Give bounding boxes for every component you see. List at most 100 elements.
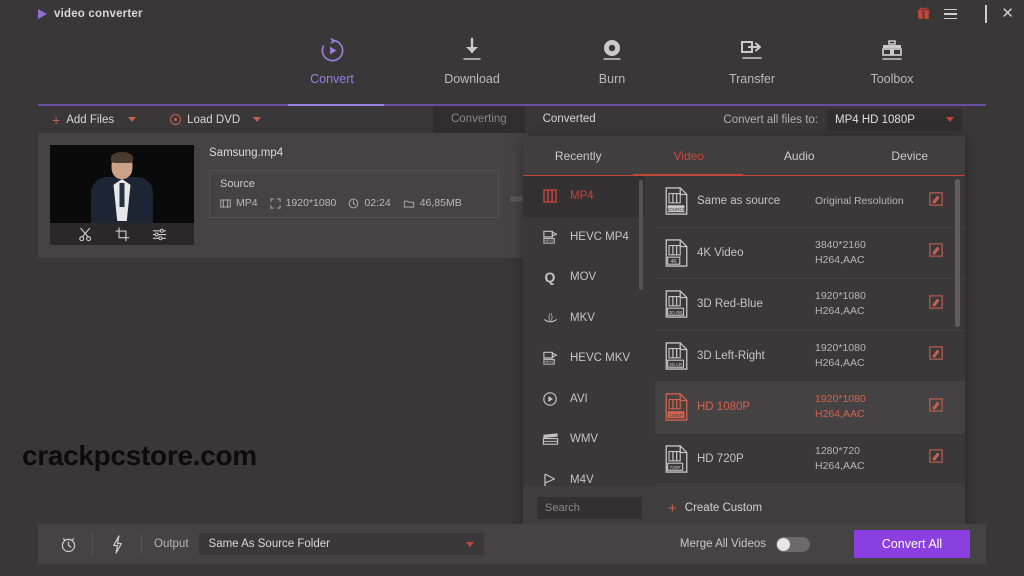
add-files-label: Add Files <box>66 113 115 126</box>
film-strip-icon <box>541 188 559 204</box>
lightning-bolt-icon[interactable] <box>99 534 135 554</box>
format-item-avi[interactable]: AVI <box>523 379 645 420</box>
tab-audio[interactable]: Audio <box>744 136 855 176</box>
preset-row-4k-video[interactable]: 4K 4K Video 3840*2160 H264,AAC <box>655 228 965 279</box>
nav-label-download: Download <box>444 72 500 86</box>
create-custom-button[interactable]: + Create Custom <box>668 501 762 516</box>
preset-file-icon: 720P <box>655 445 697 473</box>
nav-item-burn[interactable]: Burn <box>568 28 656 86</box>
menu-icon[interactable] <box>944 8 958 20</box>
mkv-icon: {} <box>541 310 559 326</box>
effects-icon[interactable] <box>152 227 167 242</box>
svg-text:SOURCE: SOURCE <box>666 207 686 212</box>
format-item-mp4[interactable]: MP4 <box>523 176 645 217</box>
convert-all-select[interactable]: MP4 HD 1080P <box>827 108 962 131</box>
edit-preset-icon[interactable] <box>929 398 943 417</box>
video-thumbnail[interactable] <box>50 145 194 245</box>
svg-text:Q: Q <box>545 269 556 285</box>
preset-row-3d-left-right[interactable]: 3D LR 3D Left-Right 1920*1080 H264,AAC <box>655 331 965 382</box>
convert-icon <box>319 36 346 64</box>
add-files-caret-icon[interactable] <box>128 117 137 122</box>
format-item-hevc-mp4[interactable]: HEVC HEVC MP4 <box>523 217 645 258</box>
format-item-m4v[interactable]: M4V <box>523 460 645 487</box>
file-card[interactable]: Samsung.mp4 Source MP4 1920*1080 02:24 4… <box>38 133 533 258</box>
convert-all-button[interactable]: Convert All <box>854 530 970 558</box>
divider <box>92 533 93 555</box>
plus-icon: + <box>52 111 61 128</box>
title-bar: video converter ✕ <box>0 0 1024 28</box>
preset-file-icon: 3D RB <box>655 290 697 318</box>
close-button[interactable]: ✕ <box>1001 6 1014 21</box>
output-folder-value: Same As Source Folder <box>208 538 330 550</box>
trim-icon[interactable] <box>78 227 93 242</box>
tab-video[interactable]: Video <box>634 136 745 176</box>
app-brand: video converter <box>38 8 143 20</box>
edit-preset-icon[interactable] <box>929 243 943 262</box>
load-dvd-button[interactable]: Load DVD <box>170 114 240 126</box>
format-item-mkv[interactable]: {} MKV <box>523 298 645 339</box>
preset-name: HD 1080P <box>697 401 751 414</box>
nav-label-burn: Burn <box>598 72 626 86</box>
source-size: 46,85MB <box>403 197 462 209</box>
main-navigation: Convert Download Burn Transfer Toolbox <box>38 28 986 106</box>
output-folder-select[interactable]: Same As Source Folder <box>198 533 484 555</box>
alarm-clock-icon[interactable] <box>50 535 86 554</box>
play-triangle-logo-icon <box>38 9 47 19</box>
file-name: Samsung.mp4 <box>209 147 284 159</box>
clock-icon <box>349 198 359 208</box>
thumbnail-toolbar <box>50 223 194 245</box>
preset-row-same-as-source[interactable]: SOURCE Same as source Original Resolutio… <box>655 176 965 228</box>
svg-text:4K: 4K <box>670 259 677 265</box>
preset-list-scrollbar[interactable] <box>955 179 960 327</box>
create-custom-label: Create Custom <box>684 502 763 514</box>
format-item-wmv[interactable]: WMV <box>523 419 645 460</box>
app-window: video converter ✕ Convert Download Burn … <box>0 0 1024 576</box>
nav-item-convert[interactable]: Convert <box>288 28 376 86</box>
crop-icon[interactable] <box>114 226 130 242</box>
gift-icon[interactable] <box>917 7 930 22</box>
preset-row-hd-720p[interactable]: 720P HD 720P 1280*720 H264,AAC <box>655 434 965 485</box>
preset-file-icon: 1080P <box>655 393 697 421</box>
clapperboard-icon <box>541 431 559 447</box>
format-item-mov[interactable]: Q MOV <box>523 257 645 298</box>
format-item-hevc-mkv[interactable]: HEVC HEVC MKV <box>523 338 645 379</box>
hevc-icon: HEVC <box>541 229 559 245</box>
film-icon <box>220 199 231 207</box>
hevc-icon: HEVC <box>541 350 559 366</box>
search-input[interactable] <box>537 497 642 519</box>
svg-text:1080P: 1080P <box>669 413 682 418</box>
preset-row-3d-red-blue[interactable]: 3D RB 3D Red-Blue 1920*1080 H264,AAC <box>655 279 965 331</box>
merge-toggle[interactable] <box>776 536 810 552</box>
tab-recently[interactable]: Recently <box>523 136 634 176</box>
preset-file-icon: 4K <box>655 239 697 267</box>
chevron-down-icon <box>946 117 954 122</box>
format-list-scrollbar[interactable] <box>639 180 643 290</box>
load-dvd-label: Load DVD <box>187 113 241 126</box>
format-panel-tabs: Recently Video Audio Device <box>523 136 965 176</box>
add-files-button[interactable]: + Add Files <box>52 113 114 127</box>
convert-all-label: Convert all files to: <box>723 113 818 126</box>
preset-row-hd-1080p[interactable]: 1080P HD 1080P 1920*1080 H264,AAC <box>655 382 965 434</box>
tab-device[interactable]: Device <box>855 136 966 176</box>
play-circle-icon <box>541 391 559 407</box>
svg-text:720P: 720P <box>669 465 680 470</box>
nav-item-download[interactable]: Download <box>428 28 516 86</box>
edit-preset-icon[interactable] <box>929 449 943 468</box>
nav-item-toolbox[interactable]: Toolbox <box>848 28 936 86</box>
download-icon <box>460 36 484 64</box>
edit-preset-icon[interactable] <box>929 192 943 211</box>
quicktime-icon: Q <box>541 269 559 285</box>
chevron-down-icon <box>465 541 474 547</box>
bottom-bar: Output Same As Source Folder Merge All V… <box>38 524 986 564</box>
edit-preset-icon[interactable] <box>929 346 943 365</box>
action-toolbar: + Add Files Load DVD Converting Converte… <box>38 106 986 133</box>
maximize-button[interactable] <box>985 5 988 23</box>
source-resolution: 1920*1080 <box>270 197 336 209</box>
nav-item-transfer[interactable]: Transfer <box>708 28 796 86</box>
tab-converting[interactable]: Converting <box>433 106 525 133</box>
source-box: Source MP4 1920*1080 02:24 46,85MB <box>209 170 499 218</box>
svg-text:3D LR: 3D LR <box>668 362 682 367</box>
edit-preset-icon[interactable] <box>929 295 943 314</box>
tab-converted[interactable]: Converted <box>525 106 614 133</box>
load-dvd-caret-icon[interactable] <box>253 117 262 122</box>
